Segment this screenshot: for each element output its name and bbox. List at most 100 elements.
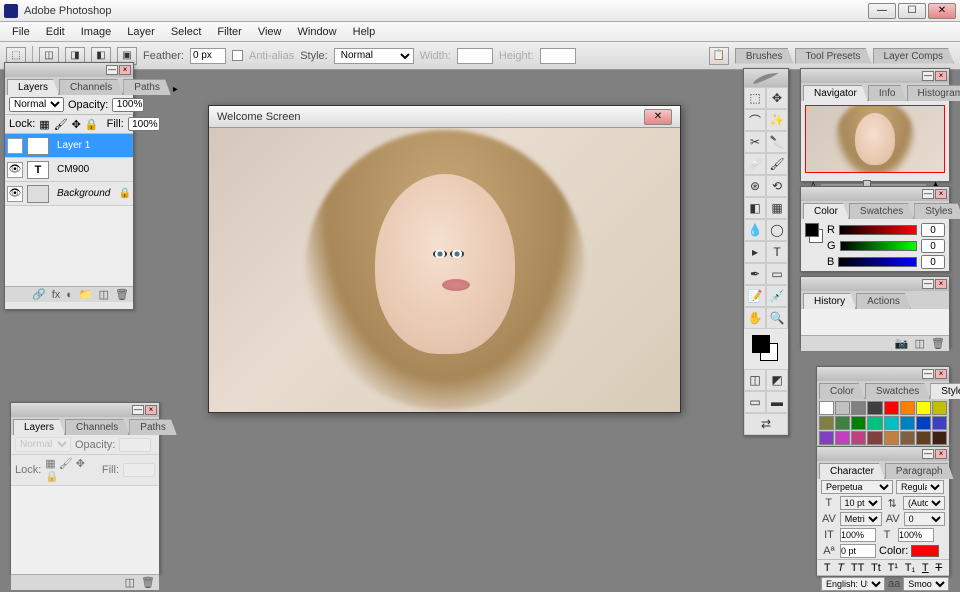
delete-state-icon[interactable]: 🗑: [931, 337, 945, 350]
toolbox-header[interactable]: [744, 69, 788, 87]
smallcaps-icon[interactable]: Tt: [871, 562, 881, 574]
strikethrough-icon[interactable]: T: [935, 562, 942, 574]
panel-close-icon[interactable]: ×: [935, 279, 947, 289]
style-swatch[interactable]: [884, 416, 899, 430]
tab-info[interactable]: Info: [868, 85, 907, 101]
visibility-icon[interactable]: 👁: [7, 186, 23, 202]
allcaps-icon[interactable]: TT: [851, 562, 864, 574]
tab-navigator[interactable]: Navigator: [803, 85, 868, 101]
new-snapshot-icon[interactable]: 📷: [895, 337, 909, 350]
standard-mode-icon[interactable]: ◫: [744, 369, 766, 391]
subscript-icon[interactable]: T₁: [905, 562, 915, 574]
screen-mode-2-icon[interactable]: ▬: [766, 391, 788, 413]
green-slider[interactable]: [840, 241, 917, 251]
blue-slider[interactable]: [838, 257, 917, 267]
dodge-tool[interactable]: ◯: [766, 219, 788, 241]
layer-thumbnail[interactable]: T: [27, 161, 49, 179]
font-family-select[interactable]: Perpetua: [821, 480, 893, 494]
layer-style-icon[interactable]: fx: [52, 289, 61, 301]
tab-actions[interactable]: Actions: [856, 293, 911, 309]
close-button[interactable]: ✕: [928, 3, 956, 19]
tab-paragraph[interactable]: Paragraph: [885, 463, 954, 479]
style-swatch[interactable]: [932, 431, 947, 445]
lasso-tool[interactable]: ⌒: [744, 109, 766, 131]
panel-minimize-icon[interactable]: —: [922, 449, 934, 459]
style-swatch[interactable]: [835, 401, 850, 415]
move-tool[interactable]: ✥: [766, 87, 788, 109]
style-swatch[interactable]: [900, 401, 915, 415]
tab-styles[interactable]: Styles: [930, 383, 960, 399]
new-layer-icon[interactable]: ◫: [99, 288, 109, 301]
bold-icon[interactable]: T: [824, 562, 831, 574]
style-swatch[interactable]: [900, 416, 915, 430]
screen-mode-1-icon[interactable]: ▭: [744, 391, 766, 413]
panel-minimize-icon[interactable]: —: [922, 71, 934, 81]
panel-close-icon[interactable]: ×: [935, 449, 947, 459]
gradient-tool[interactable]: ▦: [766, 197, 788, 219]
style-swatch[interactable]: [851, 401, 866, 415]
panel-close-icon[interactable]: ×: [935, 369, 947, 379]
tab-tool-presets[interactable]: Tool Presets: [795, 48, 872, 64]
brush-tool[interactable]: 🖌: [766, 153, 788, 175]
style-select[interactable]: Normal: [334, 48, 414, 64]
layer-mask-icon[interactable]: ◐: [66, 289, 73, 301]
tab-color[interactable]: Color: [803, 203, 849, 219]
color-swatches[interactable]: [744, 329, 788, 369]
layer-row[interactable]: 👁 T Layer 1: [5, 134, 133, 158]
panel-minimize-icon[interactable]: —: [132, 405, 144, 415]
layer-name[interactable]: Background: [53, 188, 115, 199]
tracking-select[interactable]: 0: [904, 512, 945, 526]
tab-histogram[interactable]: Histogram: [907, 85, 960, 101]
style-swatch[interactable]: [851, 431, 866, 445]
style-swatch[interactable]: [835, 416, 850, 430]
wand-tool[interactable]: ✨: [766, 109, 788, 131]
menu-filter[interactable]: Filter: [209, 24, 249, 40]
pen-tool[interactable]: ✒: [744, 263, 766, 285]
new-layer-icon[interactable]: ◫: [125, 576, 135, 589]
menu-select[interactable]: Select: [163, 24, 210, 40]
antialias-checkbox[interactable]: [232, 50, 243, 61]
tab-history[interactable]: History: [803, 293, 856, 309]
visibility-icon[interactable]: 👁: [7, 138, 23, 154]
foreground-color[interactable]: [752, 335, 770, 353]
blur-tool[interactable]: 💧: [744, 219, 766, 241]
maximize-button[interactable]: ☐: [898, 3, 926, 19]
style-swatch[interactable]: [867, 416, 882, 430]
blue-input[interactable]: [921, 255, 945, 269]
lock-image-icon[interactable]: 🖌: [54, 118, 68, 131]
eyedropper-tool[interactable]: 💉: [766, 285, 788, 307]
kerning-select[interactable]: Metrics: [840, 512, 882, 526]
style-swatch[interactable]: [819, 416, 834, 430]
panel-close-icon[interactable]: ×: [145, 405, 157, 415]
red-slider[interactable]: [839, 225, 917, 235]
underline-icon[interactable]: T: [922, 562, 929, 574]
panel-minimize-icon[interactable]: —: [922, 279, 934, 289]
imageready-icon[interactable]: ⇄: [744, 413, 788, 435]
font-size-select[interactable]: 10 pt: [840, 496, 882, 510]
text-color-swatch[interactable]: [911, 545, 939, 557]
menu-file[interactable]: File: [4, 24, 38, 40]
style-swatch[interactable]: [932, 416, 947, 430]
style-swatch[interactable]: [819, 431, 834, 445]
style-swatch[interactable]: [932, 401, 947, 415]
menu-help[interactable]: Help: [345, 24, 384, 40]
layer-name[interactable]: Layer 1: [53, 140, 131, 151]
slice-tool[interactable]: 🔪: [766, 131, 788, 153]
type-tool[interactable]: T: [766, 241, 788, 263]
tab-paths[interactable]: Paths: [129, 419, 177, 435]
path-tool[interactable]: ▸: [744, 241, 766, 263]
layer-thumbnail[interactable]: [27, 185, 49, 203]
minimize-button[interactable]: —: [868, 3, 896, 19]
crop-tool[interactable]: ✂: [744, 131, 766, 153]
tab-swatches[interactable]: Swatches: [849, 203, 914, 219]
panel-minimize-icon[interactable]: —: [922, 189, 934, 199]
tab-channels[interactable]: Channels: [59, 79, 123, 95]
leading-select[interactable]: (Auto): [903, 496, 945, 510]
document-titlebar[interactable]: Welcome Screen ✕: [209, 106, 680, 128]
quickmask-mode-icon[interactable]: ◩: [766, 369, 788, 391]
tab-swatches[interactable]: Swatches: [865, 383, 930, 399]
style-swatch[interactable]: [884, 431, 899, 445]
zoom-tool[interactable]: 🔍: [766, 307, 788, 329]
panel-minimize-icon[interactable]: —: [106, 65, 118, 75]
notes-tool[interactable]: 📝: [744, 285, 766, 307]
